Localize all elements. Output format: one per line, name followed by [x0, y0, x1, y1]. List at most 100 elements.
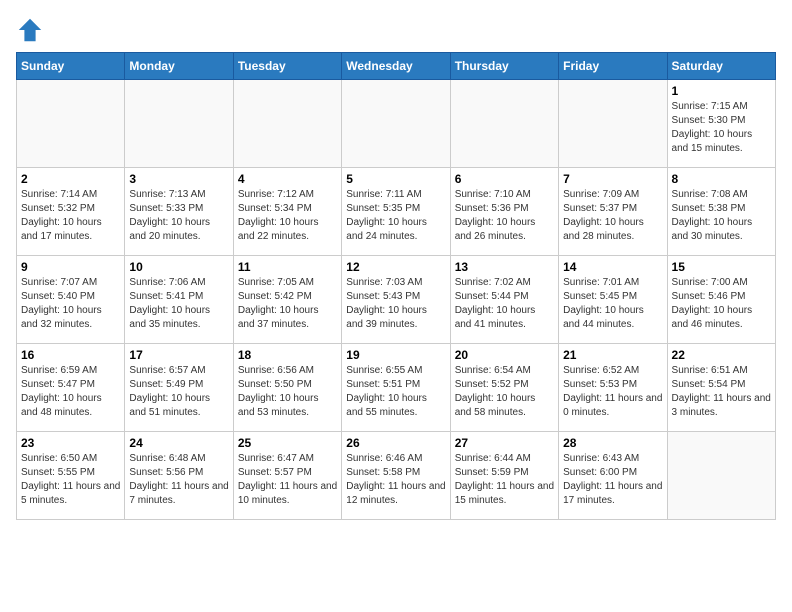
calendar-cell: 12 Sunrise: 7:03 AM Sunset: 5:43 PM Dayli… — [342, 256, 450, 344]
calendar-cell: 21 Sunrise: 6:52 AM Sunset: 5:53 PM Dayli… — [559, 344, 667, 432]
day-number: 6 — [455, 172, 554, 186]
calendar-cell: 1 Sunrise: 7:15 AM Sunset: 5:30 PM Daylig… — [667, 80, 775, 168]
calendar-cell: 17 Sunrise: 6:57 AM Sunset: 5:49 PM Dayli… — [125, 344, 233, 432]
calendar-cell: 9 Sunrise: 7:07 AM Sunset: 5:40 PM Daylig… — [17, 256, 125, 344]
calendar-cell: 27 Sunrise: 6:44 AM Sunset: 5:59 PM Dayli… — [450, 432, 558, 520]
day-number: 15 — [672, 260, 771, 274]
calendar-cell — [17, 80, 125, 168]
day-info: Sunrise: 6:48 AM Sunset: 5:56 PM Dayligh… — [129, 452, 228, 508]
day-info: Sunrise: 7:03 AM Sunset: 5:43 PM Dayligh… — [346, 276, 445, 332]
week-row-1: 2 Sunrise: 7:14 AM Sunset: 5:32 PM Daylig… — [17, 168, 776, 256]
day-number: 19 — [346, 348, 445, 362]
calendar-cell — [559, 80, 667, 168]
calendar-cell — [233, 80, 341, 168]
header-tuesday: Tuesday — [233, 53, 341, 80]
day-number: 24 — [129, 436, 228, 450]
day-number: 28 — [563, 436, 662, 450]
calendar-cell: 2 Sunrise: 7:14 AM Sunset: 5:32 PM Daylig… — [17, 168, 125, 256]
calendar-cell: 22 Sunrise: 6:51 AM Sunset: 5:54 PM Dayli… — [667, 344, 775, 432]
calendar-cell: 14 Sunrise: 7:01 AM Sunset: 5:45 PM Dayli… — [559, 256, 667, 344]
day-number: 5 — [346, 172, 445, 186]
day-number: 4 — [238, 172, 337, 186]
day-info: Sunrise: 7:07 AM Sunset: 5:40 PM Dayligh… — [21, 276, 120, 332]
day-number: 13 — [455, 260, 554, 274]
day-info: Sunrise: 7:15 AM Sunset: 5:30 PM Dayligh… — [672, 100, 771, 156]
day-info: Sunrise: 6:46 AM Sunset: 5:58 PM Dayligh… — [346, 452, 445, 508]
day-info: Sunrise: 7:06 AM Sunset: 5:41 PM Dayligh… — [129, 276, 228, 332]
calendar-cell: 3Sunrise: 7:13 AM Sunset: 5:33 PM Daylig… — [125, 168, 233, 256]
day-number: 18 — [238, 348, 337, 362]
day-number: 20 — [455, 348, 554, 362]
day-number: 12 — [346, 260, 445, 274]
calendar-cell: 24 Sunrise: 6:48 AM Sunset: 5:56 PM Dayli… — [125, 432, 233, 520]
calendar-cell — [342, 80, 450, 168]
day-number: 14 — [563, 260, 662, 274]
calendar-cell — [667, 432, 775, 520]
calendar-cell: 4 Sunrise: 7:12 AM Sunset: 5:34 PM Daylig… — [233, 168, 341, 256]
header-friday: Friday — [559, 53, 667, 80]
day-number: 17 — [129, 348, 228, 362]
day-number: 10 — [129, 260, 228, 274]
day-info: Sunrise: 6:44 AM Sunset: 5:59 PM Dayligh… — [455, 452, 554, 508]
calendar-cell — [125, 80, 233, 168]
day-number: 27 — [455, 436, 554, 450]
calendar-cell: 28 Sunrise: 6:43 AM Sunset: 6:00 PM Dayli… — [559, 432, 667, 520]
day-info: Sunrise: 6:56 AM Sunset: 5:50 PM Dayligh… — [238, 364, 337, 420]
day-info: Sunrise: 6:55 AM Sunset: 5:51 PM Dayligh… — [346, 364, 445, 420]
calendar-cell: 23 Sunrise: 6:50 AM Sunset: 5:55 PM Dayli… — [17, 432, 125, 520]
day-info: Sunrise: 7:14 AM Sunset: 5:32 PM Dayligh… — [21, 188, 120, 244]
day-info: Sunrise: 7:00 AM Sunset: 5:46 PM Dayligh… — [672, 276, 771, 332]
header-row: Sunday Monday Tuesday Wednesday Thursday… — [17, 53, 776, 80]
day-number: 16 — [21, 348, 120, 362]
day-info: Sunrise: 6:51 AM Sunset: 5:54 PM Dayligh… — [672, 364, 771, 420]
day-info: Sunrise: 6:54 AM Sunset: 5:52 PM Dayligh… — [455, 364, 554, 420]
header-saturday: Saturday — [667, 53, 775, 80]
day-number: 26 — [346, 436, 445, 450]
week-row-0: 1 Sunrise: 7:15 AM Sunset: 5:30 PM Daylig… — [17, 80, 776, 168]
day-number: 8 — [672, 172, 771, 186]
day-info: Sunrise: 7:10 AM Sunset: 5:36 PM Dayligh… — [455, 188, 554, 244]
calendar-cell: 8 Sunrise: 7:08 AM Sunset: 5:38 PM Daylig… — [667, 168, 775, 256]
day-number: 21 — [563, 348, 662, 362]
day-number: 2 — [21, 172, 120, 186]
calendar-cell: 15 Sunrise: 7:00 AM Sunset: 5:46 PM Dayli… — [667, 256, 775, 344]
header-sunday: Sunday — [17, 53, 125, 80]
day-info: Sunrise: 7:01 AM Sunset: 5:45 PM Dayligh… — [563, 276, 662, 332]
calendar-cell: 20 Sunrise: 6:54 AM Sunset: 5:52 PM Dayli… — [450, 344, 558, 432]
day-info: Sunrise: 6:43 AM Sunset: 6:00 PM Dayligh… — [563, 452, 662, 508]
day-info: Sunrise: 6:50 AM Sunset: 5:55 PM Dayligh… — [21, 452, 120, 508]
day-info: Sunrise: 7:08 AM Sunset: 5:38 PM Dayligh… — [672, 188, 771, 244]
calendar-cell: 19 Sunrise: 6:55 AM Sunset: 5:51 PM Dayli… — [342, 344, 450, 432]
day-number: 11 — [238, 260, 337, 274]
logo — [16, 16, 48, 44]
day-number: 23 — [21, 436, 120, 450]
logo-icon — [16, 16, 44, 44]
day-info: Sunrise: 6:57 AM Sunset: 5:49 PM Dayligh… — [129, 364, 228, 420]
calendar-cell: 10 Sunrise: 7:06 AM Sunset: 5:41 PM Dayli… — [125, 256, 233, 344]
day-info: Sunrise: 7:09 AM Sunset: 5:37 PM Dayligh… — [563, 188, 662, 244]
calendar-cell — [450, 80, 558, 168]
calendar-cell: 25Sunrise: 6:47 AM Sunset: 5:57 PM Dayli… — [233, 432, 341, 520]
calendar-cell: 13Sunrise: 7:02 AM Sunset: 5:44 PM Dayli… — [450, 256, 558, 344]
day-number: 25 — [238, 436, 337, 450]
week-row-4: 23 Sunrise: 6:50 AM Sunset: 5:55 PM Dayli… — [17, 432, 776, 520]
week-row-3: 16 Sunrise: 6:59 AM Sunset: 5:47 PM Dayli… — [17, 344, 776, 432]
header-monday: Monday — [125, 53, 233, 80]
calendar-body: 1 Sunrise: 7:15 AM Sunset: 5:30 PM Daylig… — [17, 80, 776, 520]
day-number: 1 — [672, 84, 771, 98]
calendar-cell: 11Sunrise: 7:05 AM Sunset: 5:42 PM Dayli… — [233, 256, 341, 344]
day-info: Sunrise: 7:11 AM Sunset: 5:35 PM Dayligh… — [346, 188, 445, 244]
header-wednesday: Wednesday — [342, 53, 450, 80]
calendar-table: Sunday Monday Tuesday Wednesday Thursday… — [16, 52, 776, 520]
day-info: Sunrise: 6:52 AM Sunset: 5:53 PM Dayligh… — [563, 364, 662, 420]
day-info: Sunrise: 6:59 AM Sunset: 5:47 PM Dayligh… — [21, 364, 120, 420]
calendar-cell: 6 Sunrise: 7:10 AM Sunset: 5:36 PM Daylig… — [450, 168, 558, 256]
day-info: Sunrise: 7:12 AM Sunset: 5:34 PM Dayligh… — [238, 188, 337, 244]
week-row-2: 9 Sunrise: 7:07 AM Sunset: 5:40 PM Daylig… — [17, 256, 776, 344]
day-number: 9 — [21, 260, 120, 274]
day-number: 7 — [563, 172, 662, 186]
page-header — [16, 16, 776, 44]
calendar-cell: 5 Sunrise: 7:11 AM Sunset: 5:35 PM Daylig… — [342, 168, 450, 256]
day-number: 22 — [672, 348, 771, 362]
day-info: Sunrise: 7:13 AM Sunset: 5:33 PM Dayligh… — [129, 188, 228, 244]
